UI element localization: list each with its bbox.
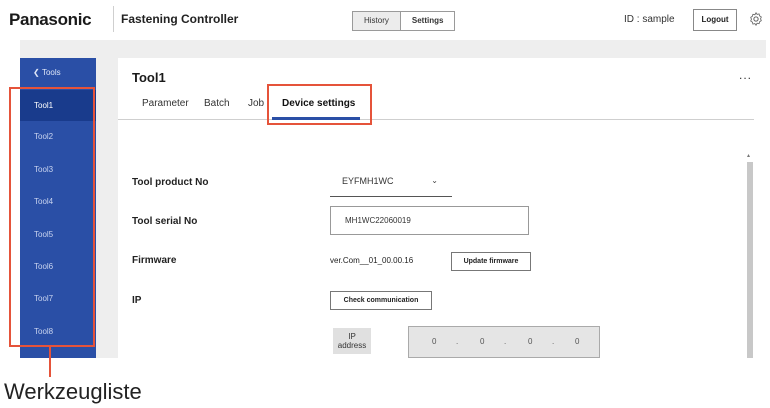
serial-no-label: Tool serial No [132,216,198,227]
subtab-bar: Parameter Batch Job Device settings [118,96,754,120]
app-title: Fastening Controller [121,12,239,26]
ip-dot: . [552,337,555,346]
annotation-leader-line [49,347,51,377]
back-to-tools[interactable]: ❮ Tools [33,68,61,77]
ip-octet-4: 0 [575,337,580,346]
product-no-label: Tool product No [132,177,209,188]
ip-octet-1: 0 [432,337,437,346]
ip-address-field[interactable]: 0 . 0 . 0 . 0 [408,326,600,358]
tab-history[interactable]: History [353,12,400,30]
ip-octet-3: 0 [528,337,533,346]
logout-button[interactable]: Logout [693,9,737,31]
header-divider [113,6,114,32]
top-tab-group: History Settings [352,11,456,31]
update-firmware-button[interactable]: Update firmware [451,252,531,271]
main-panel: Tool1 ... Parameter Batch Job Device set… [118,58,766,358]
chevron-left-icon: ❮ [33,68,42,77]
check-communication-button[interactable]: Check communication [330,291,432,310]
ip-section-label: IP [132,295,142,306]
tab-job[interactable]: Job [248,98,264,109]
back-label: Tools [41,68,61,77]
user-id-label: ID : sample [624,14,675,25]
ip-address-label: IP address [333,328,371,354]
device-settings-highlight [267,84,372,125]
serial-no-input[interactable]: MH1WC22060019 [330,206,529,235]
scroll-up-arrow[interactable]: ▴ [747,152,750,159]
gear-icon[interactable] [748,11,764,27]
annotation-caption: Werkzeugliste [4,379,142,404]
top-bar: Panasonic Fastening Controller History S… [0,0,770,40]
more-menu-icon[interactable]: ... [739,68,752,82]
page-title: Tool1 [132,70,166,85]
product-no-value: EYFMH1WC [342,176,394,186]
brand-logo: Panasonic [9,10,92,29]
ip-dot: . [504,337,507,346]
firmware-label: Firmware [132,255,177,266]
tab-batch[interactable]: Batch [204,98,230,109]
ip-octet-2: 0 [480,337,485,346]
scrollbar-thumb[interactable] [747,162,753,358]
tab-parameter[interactable]: Parameter [142,98,189,109]
tab-settings[interactable]: Settings [399,12,455,30]
ip-dot: . [456,337,459,346]
chevron-down-icon: ⌄ [431,176,438,185]
firmware-version: ver.Com__01_00.00.16 [330,256,414,265]
product-no-select[interactable]: EYFMH1WC ⌄ [330,167,452,197]
app-root: Panasonic Fastening Controller History S… [0,0,770,408]
tool-list-highlight [9,87,95,347]
